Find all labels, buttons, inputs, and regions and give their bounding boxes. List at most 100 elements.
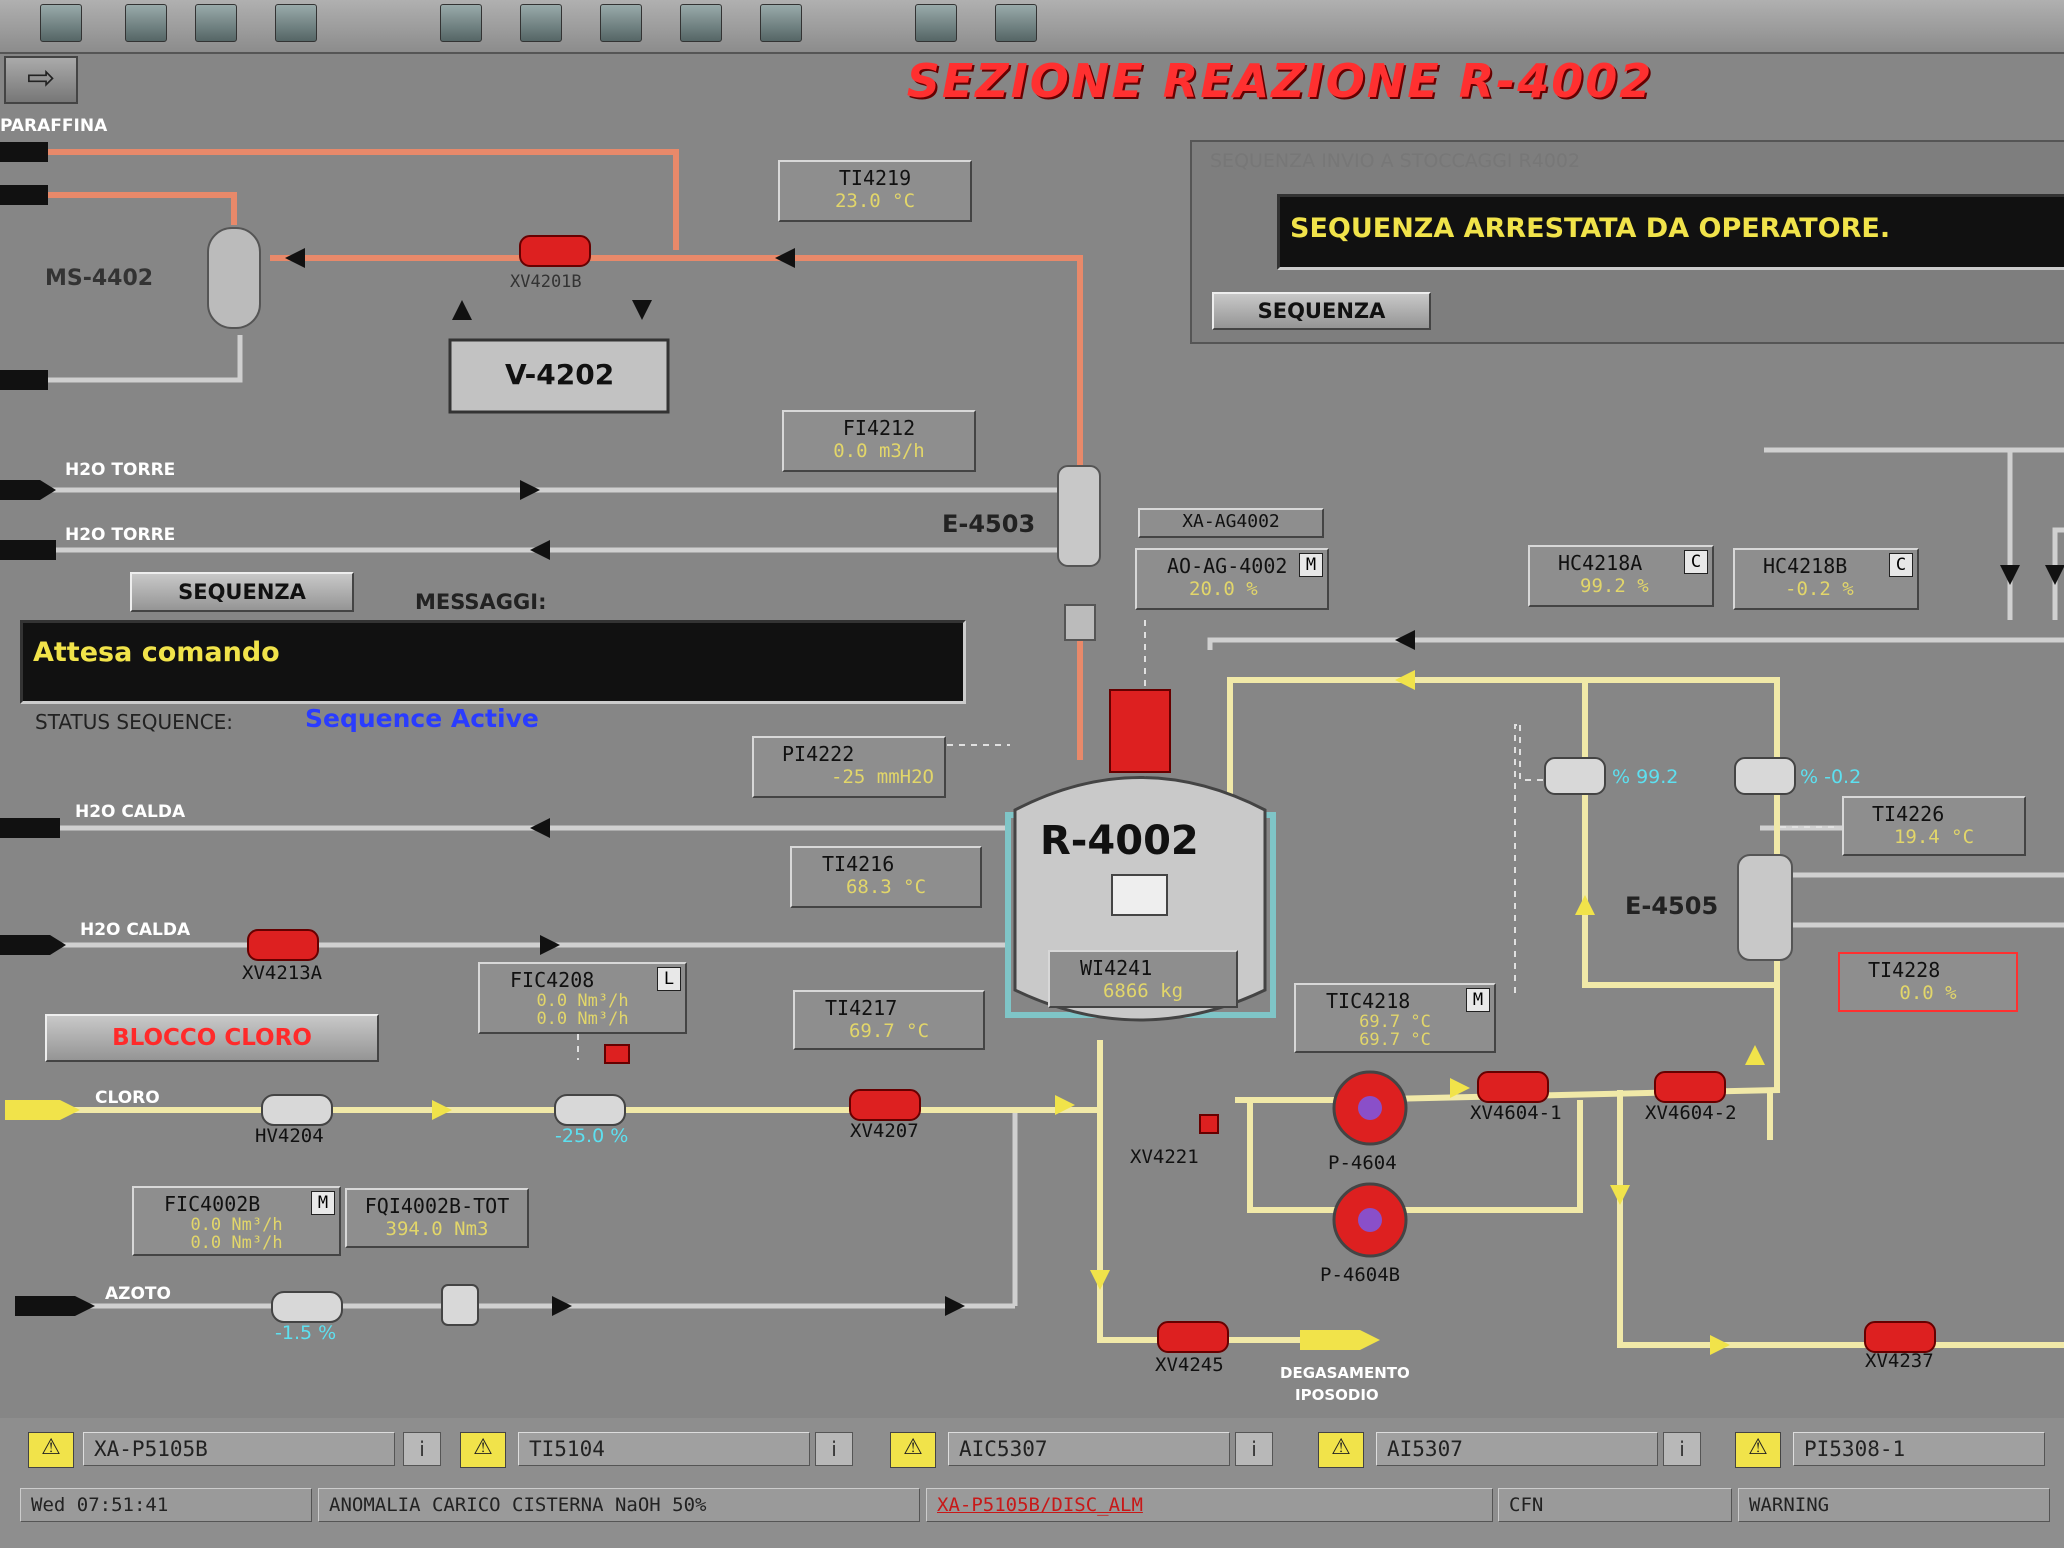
hv4204-label: HV4204 xyxy=(255,1125,324,1147)
tag-pi4222[interactable]: PI4222 -25 mmH2O xyxy=(752,736,946,798)
alarm-item[interactable]: TI5104 i xyxy=(460,1432,870,1468)
tag-xa-ag4002[interactable]: XA-AG4002 xyxy=(1138,508,1324,538)
ti4217-name: TI4217 xyxy=(825,996,898,1020)
sequence-panel-title: SEQUENZA INVIO A STOCCAGGI R4002 xyxy=(1210,150,1581,172)
alarm-item[interactable]: AI5307 i xyxy=(1318,1432,1718,1468)
alarm-info-button[interactable]: i xyxy=(1235,1432,1273,1466)
fi4212-name: FI4212 xyxy=(842,416,916,440)
hc4218b-value: -0.2 % xyxy=(1785,578,1854,600)
messages-label: MESSAGGI: xyxy=(415,590,547,614)
stream-cloro: CLORO xyxy=(95,1088,160,1108)
hc4218a-value: 99.2 % xyxy=(1580,575,1649,597)
xv4245-label: XV4245 xyxy=(1155,1354,1224,1376)
tag-fic4208[interactable]: FIC4208 L 0.0 Nm³/h 0.0 Nm³/h xyxy=(478,962,687,1034)
alarm-item[interactable]: AIC5307 i xyxy=(890,1432,1290,1468)
status-sequence-value: Sequence Active xyxy=(305,704,539,733)
alarm-item[interactable]: PI5308-1 xyxy=(1735,1432,2055,1468)
ti4226-name: TI4226 xyxy=(1872,802,1945,826)
fqi4002b-tot-name: FQI4002B-TOT xyxy=(364,1194,510,1218)
xv4221-label: XV4221 xyxy=(1130,1146,1199,1168)
alarm-tag: XA-P5105B xyxy=(83,1432,395,1466)
tag-tic4218[interactable]: TIC4218 M 69.7 °C 69.7 °C xyxy=(1294,983,1496,1053)
ao-ag-4002-value: 20.0 % xyxy=(1189,578,1258,600)
sequence-panel-button[interactable]: SEQUENZA xyxy=(1212,292,1431,330)
xv4604-1-label: XV4604-1 xyxy=(1470,1102,1562,1124)
reactor-label: R-4002 xyxy=(1040,818,1199,864)
stream-paraffina: PARAFFINA xyxy=(0,116,108,136)
alarm-info-button[interactable]: i xyxy=(815,1432,853,1466)
tag-hc4218a[interactable]: HC4218A C 99.2 % xyxy=(1528,545,1714,607)
tic4218-value-1: 69.7 °C xyxy=(1359,1012,1431,1032)
fic4208-mode: L xyxy=(657,967,681,991)
stream-h2o-calda-2: H2O CALDA xyxy=(80,920,191,940)
tag-fic4002b[interactable]: FIC4002B M 0.0 Nm³/h 0.0 Nm³/h xyxy=(132,1186,341,1256)
ti4226-value: 19.4 °C xyxy=(1893,826,1975,848)
warning-icon xyxy=(1735,1432,1781,1468)
wi4241-value: 6866 kg xyxy=(1102,980,1184,1002)
left-sequence-button[interactable]: SEQUENZA xyxy=(130,572,354,612)
hc4218b-mode: C xyxy=(1889,553,1913,577)
sequence-message-bar: SEQUENZA ARRESTATA DA OPERATORE. xyxy=(1277,194,2064,270)
hc-a-position: % 99.2 xyxy=(1612,766,1679,788)
status-area: CFN xyxy=(1498,1488,1732,1522)
azoto-valve-position: -1.5 % xyxy=(275,1322,337,1344)
pi4222-value: -25 mmH2O xyxy=(831,766,934,788)
alarm-tag: TI5104 xyxy=(518,1432,810,1466)
status-datetime: Wed 07:51:41 xyxy=(20,1488,312,1522)
e-4505-label: E-4505 xyxy=(1625,892,1719,920)
tag-ti4219[interactable]: TI4219 23.0 °C xyxy=(778,160,972,222)
alarm-item[interactable]: XA-P5105B i xyxy=(28,1432,441,1468)
ti4217-value: 69.7 °C xyxy=(848,1020,930,1042)
tic4218-value-2: 69.7 °C xyxy=(1359,1030,1431,1050)
warning-icon xyxy=(890,1432,936,1468)
p-4604-label: P-4604 xyxy=(1328,1152,1397,1174)
tag-ti4216[interactable]: TI4216 68.3 °C xyxy=(790,846,982,908)
sequence-panel: SEQUENZA INVIO A STOCCAGGI R4002 SEQUENZ… xyxy=(1190,140,2064,344)
ti4216-name: TI4216 xyxy=(822,852,895,876)
xa-ag4002-name: XA-AG4002 xyxy=(1182,511,1280,532)
stream-degasamento: DEGASAMENTO xyxy=(1280,1364,1410,1382)
status-alarm-source[interactable]: XA-P5105B/DISC_ALM xyxy=(926,1488,1493,1522)
hc4218a-mode: C xyxy=(1684,550,1708,574)
e-4503-label: E-4503 xyxy=(942,510,1036,538)
left-message-bar: Attesa comando xyxy=(20,620,966,704)
ti4219-name: TI4219 xyxy=(838,166,912,190)
sequence-message: SEQUENZA ARRESTATA DA OPERATORE. xyxy=(1290,213,1891,244)
stream-iposodio: IPOSODIO xyxy=(1295,1386,1379,1404)
tag-ti4217[interactable]: TI4217 69.7 °C xyxy=(793,990,985,1050)
status-alarm-message: ANOMALIA CARICO CISTERNA NaOH 50% xyxy=(318,1488,920,1522)
ti4228-name: TI4228 xyxy=(1868,958,1941,982)
fic4002b-name: FIC4002B xyxy=(164,1192,261,1216)
tag-wi4241[interactable]: WI4241 6866 kg xyxy=(1048,950,1238,1008)
tag-ti4228[interactable]: TI4228 0.0 % xyxy=(1838,952,2018,1012)
fic4208-value-2: 0.0 Nm³/h xyxy=(536,1009,629,1029)
alarm-tag: AIC5307 xyxy=(948,1432,1230,1466)
warning-icon xyxy=(1318,1432,1364,1468)
tic4218-name: TIC4218 xyxy=(1326,989,1411,1013)
alarm-info-button[interactable]: i xyxy=(403,1432,441,1466)
xv4237-label: XV4237 xyxy=(1865,1350,1934,1372)
tag-fi4212[interactable]: FI4212 0.0 m3/h xyxy=(782,410,976,472)
hc-b-position: % -0.2 xyxy=(1800,766,1862,788)
status-sequence-label: STATUS SEQUENCE: xyxy=(35,710,234,734)
ti4228-value: 0.0 % xyxy=(1899,982,1957,1004)
stream-h2o-torre-1: H2O TORRE xyxy=(65,460,176,480)
tic4218-mode: M xyxy=(1466,988,1490,1012)
status-severity: WARNING xyxy=(1738,1488,2050,1522)
xv4207-label: XV4207 xyxy=(850,1120,919,1142)
stream-azoto: AZOTO xyxy=(105,1284,171,1304)
tag-fqi4002b-tot[interactable]: FQI4002B-TOT 394.0 Nm3 xyxy=(345,1188,529,1248)
tag-ti4226[interactable]: TI4226 19.4 °C xyxy=(1842,796,2026,856)
alarm-bar: XA-P5105B i TI5104 i AIC5307 i AI5307 i … xyxy=(0,1418,2064,1548)
stream-h2o-torre-2: H2O TORRE xyxy=(65,525,176,545)
alarm-tag: PI5308-1 xyxy=(1793,1432,2045,1466)
left-message: Attesa comando xyxy=(33,637,280,668)
pi4222-name: PI4222 xyxy=(782,742,855,766)
tag-ao-ag-4002[interactable]: AO-AG-4002 M 20.0 % xyxy=(1135,548,1329,610)
alarm-info-button[interactable]: i xyxy=(1663,1432,1701,1466)
fic4208-name: FIC4208 xyxy=(510,968,595,992)
wi4241-name: WI4241 xyxy=(1080,956,1153,980)
ti4219-value: 23.0 °C xyxy=(834,190,916,212)
blocco-cloro-button[interactable]: BLOCCO CLORO xyxy=(45,1014,379,1062)
tag-hc4218b[interactable]: HC4218B C -0.2 % xyxy=(1733,548,1919,610)
